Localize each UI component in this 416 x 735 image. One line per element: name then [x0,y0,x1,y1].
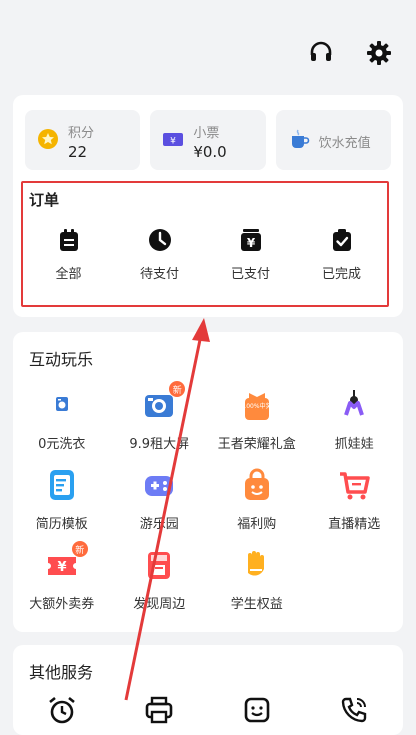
fun-label: 直播精选 [328,517,381,532]
order-all-label: 全部 [55,267,82,282]
fun-label: 简历模板 [35,517,88,532]
fun-item-screen-rental[interactable]: 新 9.9租大屏 [111,381,209,467]
ticket-value: ¥0.0 [193,143,227,161]
other-item-alarm[interactable] [13,695,111,725]
hand-icon [247,551,264,576]
fun-item-live-picks[interactable]: 直播精选 [306,467,404,547]
ticket-tile[interactable]: ¥ 小票 ¥0.0 [150,110,266,170]
new-badge: 新 [71,541,88,557]
fun-label: 福利购 [237,517,277,532]
order-paid-label: 已支付 [230,267,270,282]
order-done[interactable]: 已完成 [296,227,387,282]
fun-label: 学生权益 [230,597,283,612]
fun-label: 发现周边 [133,597,186,612]
store-icon [148,552,171,579]
order-done-label: 已完成 [321,267,361,282]
svg-text:¥: ¥ [57,560,66,575]
check-clipboard-icon [332,229,351,251]
face-icon [244,697,270,723]
alarm-icon [48,696,75,724]
order-paid[interactable]: ¥ 已支付 [205,227,296,282]
fun-label: 游乐园 [139,517,179,532]
gift-box-sub: 100%中奖 [242,402,271,410]
top-bar [306,38,394,68]
fun-label: 王者荣耀礼盒 [217,437,296,452]
other-item-print[interactable] [111,695,209,725]
points-tile[interactable]: 积分 22 [25,110,141,170]
clipboard-icon [59,229,78,251]
printer-icon [145,696,173,724]
fun-item-discover[interactable]: 发现周边 [111,547,209,627]
fun-item-claw[interactable]: 抓娃娃 [306,387,404,467]
phone-icon [342,697,367,723]
other-title: 其他服务 [29,663,94,682]
resume-icon [49,470,74,500]
order-pending[interactable]: 待支付 [114,227,205,282]
svg-text:¥: ¥ [170,137,176,147]
fun-item-student-rights[interactable]: 学生权益 [208,547,306,627]
orders-title: 订单 [29,191,60,209]
fun-item-gift-box[interactable]: 100%中奖 王者荣耀礼盒 [208,387,306,467]
cart-icon [340,472,370,500]
ticket-icon: ¥ [163,133,184,147]
coin-icon [38,129,58,149]
fun-item-resume[interactable]: 简历模板 [13,467,111,547]
ticket-label: 小票 [193,126,220,141]
headset-icon[interactable] [306,38,336,68]
shopping-bag-icon [244,468,269,500]
other-services-card: 其他服务 [13,645,403,735]
points-value: 22 [68,143,88,161]
fun-item-welfare-buy[interactable]: 福利购 [208,467,306,547]
order-pending-label: 待支付 [139,267,179,282]
fun-item-takeout-coupon[interactable]: ¥ 新 大额外卖券 [13,541,111,627]
order-all[interactable]: 全部 [23,227,114,282]
fun-label: 9.9租大屏 [129,437,190,452]
other-item-phone[interactable] [306,695,404,725]
yen-card-icon: ¥ [240,229,261,251]
water-recharge-tile[interactable]: 饮水充值 [275,110,391,170]
asset-tiles: 积分 22 ¥ 小票 ¥0.0 饮水充值 [25,110,391,170]
fun-item-amusement-park[interactable]: 游乐园 [111,467,209,547]
svg-text:¥: ¥ [246,236,255,250]
gamepad-icon [145,476,174,496]
claw-icon [344,390,365,416]
clock-icon [148,229,171,251]
water-recharge-label: 饮水充值 [318,136,371,151]
water-cup-icon [291,129,309,148]
fun-label: 0元洗衣 [38,437,86,452]
fun-card: 互动玩乐 0元洗衣 新 9.9租大屏 100%中奖 王者荣耀礼盒 抓娃娃 简历模… [13,332,403,632]
fun-label: 抓娃娃 [334,437,374,452]
washer-icon [55,397,68,411]
fun-item-laundry[interactable]: 0元洗衣 [13,387,111,467]
gear-icon[interactable] [364,38,394,68]
orders-section: 订单 全部 待支付 ¥ 已支付 已完成 [21,181,389,307]
points-label: 积分 [68,126,95,141]
fun-title: 互动玩乐 [29,350,94,369]
account-card: 积分 22 ¥ 小票 ¥0.0 饮水充值 订单 全部 待支付 ¥ 已支付 已完成 [13,95,403,317]
other-item-face[interactable] [208,695,306,725]
gift-box-icon: 100%中奖 [242,393,271,420]
new-badge: 新 [169,381,186,397]
fun-label: 大额外卖券 [29,597,95,612]
